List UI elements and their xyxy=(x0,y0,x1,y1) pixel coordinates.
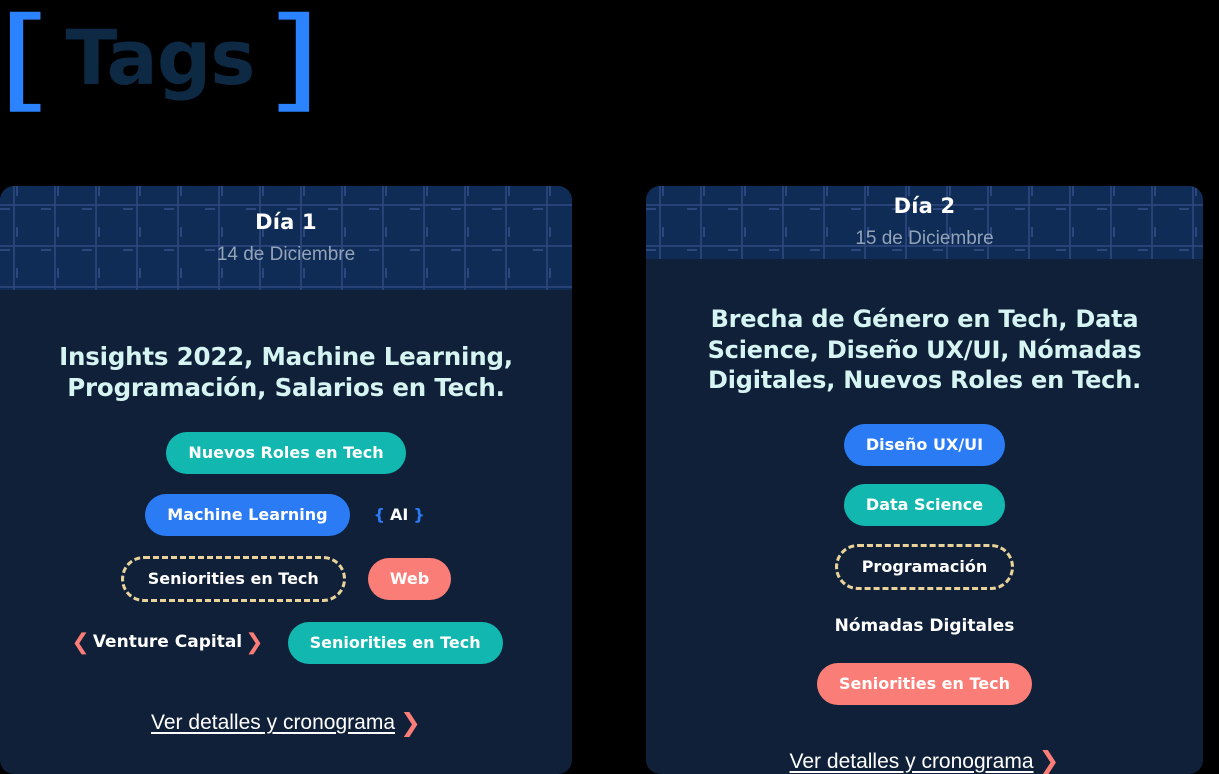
card-heading-2: Brecha de Género en Tech, Data Science, … xyxy=(707,304,1142,395)
day-date-2: 15 de Diciembre xyxy=(855,228,994,250)
tag-seniorities-en-tech[interactable]: Seniorities en Tech xyxy=(816,663,1033,705)
chevron-left-icon: ❮ xyxy=(71,629,90,655)
tag-ai[interactable]: {AI} xyxy=(372,499,427,531)
day-date-1: 14 de Diciembre xyxy=(216,244,356,265)
details-link-1[interactable]: Ver detalles y cronograma ❯ xyxy=(151,707,421,737)
day-card-2[interactable]: Día 2 15 de Diciembre Brecha de Género e… xyxy=(646,186,1203,774)
page-title: [ Tags ] xyxy=(0,0,323,124)
tag-label: AI xyxy=(390,504,409,524)
details-link-label-1: Ver detalles y cronograma xyxy=(151,711,395,735)
day-card-1[interactable]: Día 1 14 de Diciembre Insights 2022, Mac… xyxy=(0,186,572,774)
tag-n-madas-digitales[interactable]: Nómadas Digitales xyxy=(833,608,1017,645)
tag-data-science[interactable]: Data Science xyxy=(843,484,1006,526)
tag-programaci-n[interactable]: Programación xyxy=(834,544,1015,590)
tag-venture-capital[interactable]: ❮ Venture Capital ❯ xyxy=(69,624,265,662)
brace-left-icon: { xyxy=(373,504,385,524)
tag-nuevos-roles-en-tech[interactable]: Nuevos Roles en Tech xyxy=(166,431,406,474)
day-label-1: Día 1 xyxy=(255,210,317,234)
card-header-1: Día 1 14 de Diciembre xyxy=(0,186,572,290)
card-heading-1: Insights 2022, Machine Learning, Program… xyxy=(59,342,513,403)
tag-cloud-1: Nuevos Roles en Tech Machine Learning {AI}… xyxy=(61,431,511,664)
card-header-2: Día 2 15 de Diciembre xyxy=(646,186,1203,259)
page-title-text: Tags xyxy=(65,12,256,102)
details-link-2[interactable]: Ver detalles y cronograma ❯ xyxy=(789,746,1060,774)
page-root: [ Tags ] Día 1 14 de Diciembre Insights … xyxy=(0,0,1219,774)
card-body-1: Insights 2022, Machine Learning, Program… xyxy=(0,290,572,774)
brace-right-icon: } xyxy=(413,504,425,524)
tag-label: Venture Capital xyxy=(92,632,243,653)
tag-machine-learning[interactable]: Machine Learning xyxy=(145,493,350,536)
tag-dise-o-ux-ui[interactable]: Diseño UX/UI xyxy=(843,424,1006,466)
details-link-label-2: Ver detalles y cronograma xyxy=(789,749,1034,773)
tag-seniorities-en-tech[interactable]: Seniorities en Tech xyxy=(287,621,503,664)
day-label-2: Día 2 xyxy=(893,194,956,219)
bracket-right-icon: ] xyxy=(264,0,323,124)
card-body-2: Brecha de Género en Tech, Data Science, … xyxy=(646,259,1203,774)
tag-web[interactable]: Web xyxy=(367,557,452,600)
chevron-right-icon: ❯ xyxy=(400,707,421,737)
tag-seniorities-en-tech[interactable]: Seniorities en Tech xyxy=(120,555,346,602)
bracket-left-icon: [ xyxy=(0,0,56,124)
tag-cloud-2: Diseño UX/UI Data Science Programación Nóma… xyxy=(760,424,1090,705)
chevron-right-icon: ❯ xyxy=(1038,746,1060,774)
chevron-right-icon: ❯ xyxy=(245,629,264,655)
